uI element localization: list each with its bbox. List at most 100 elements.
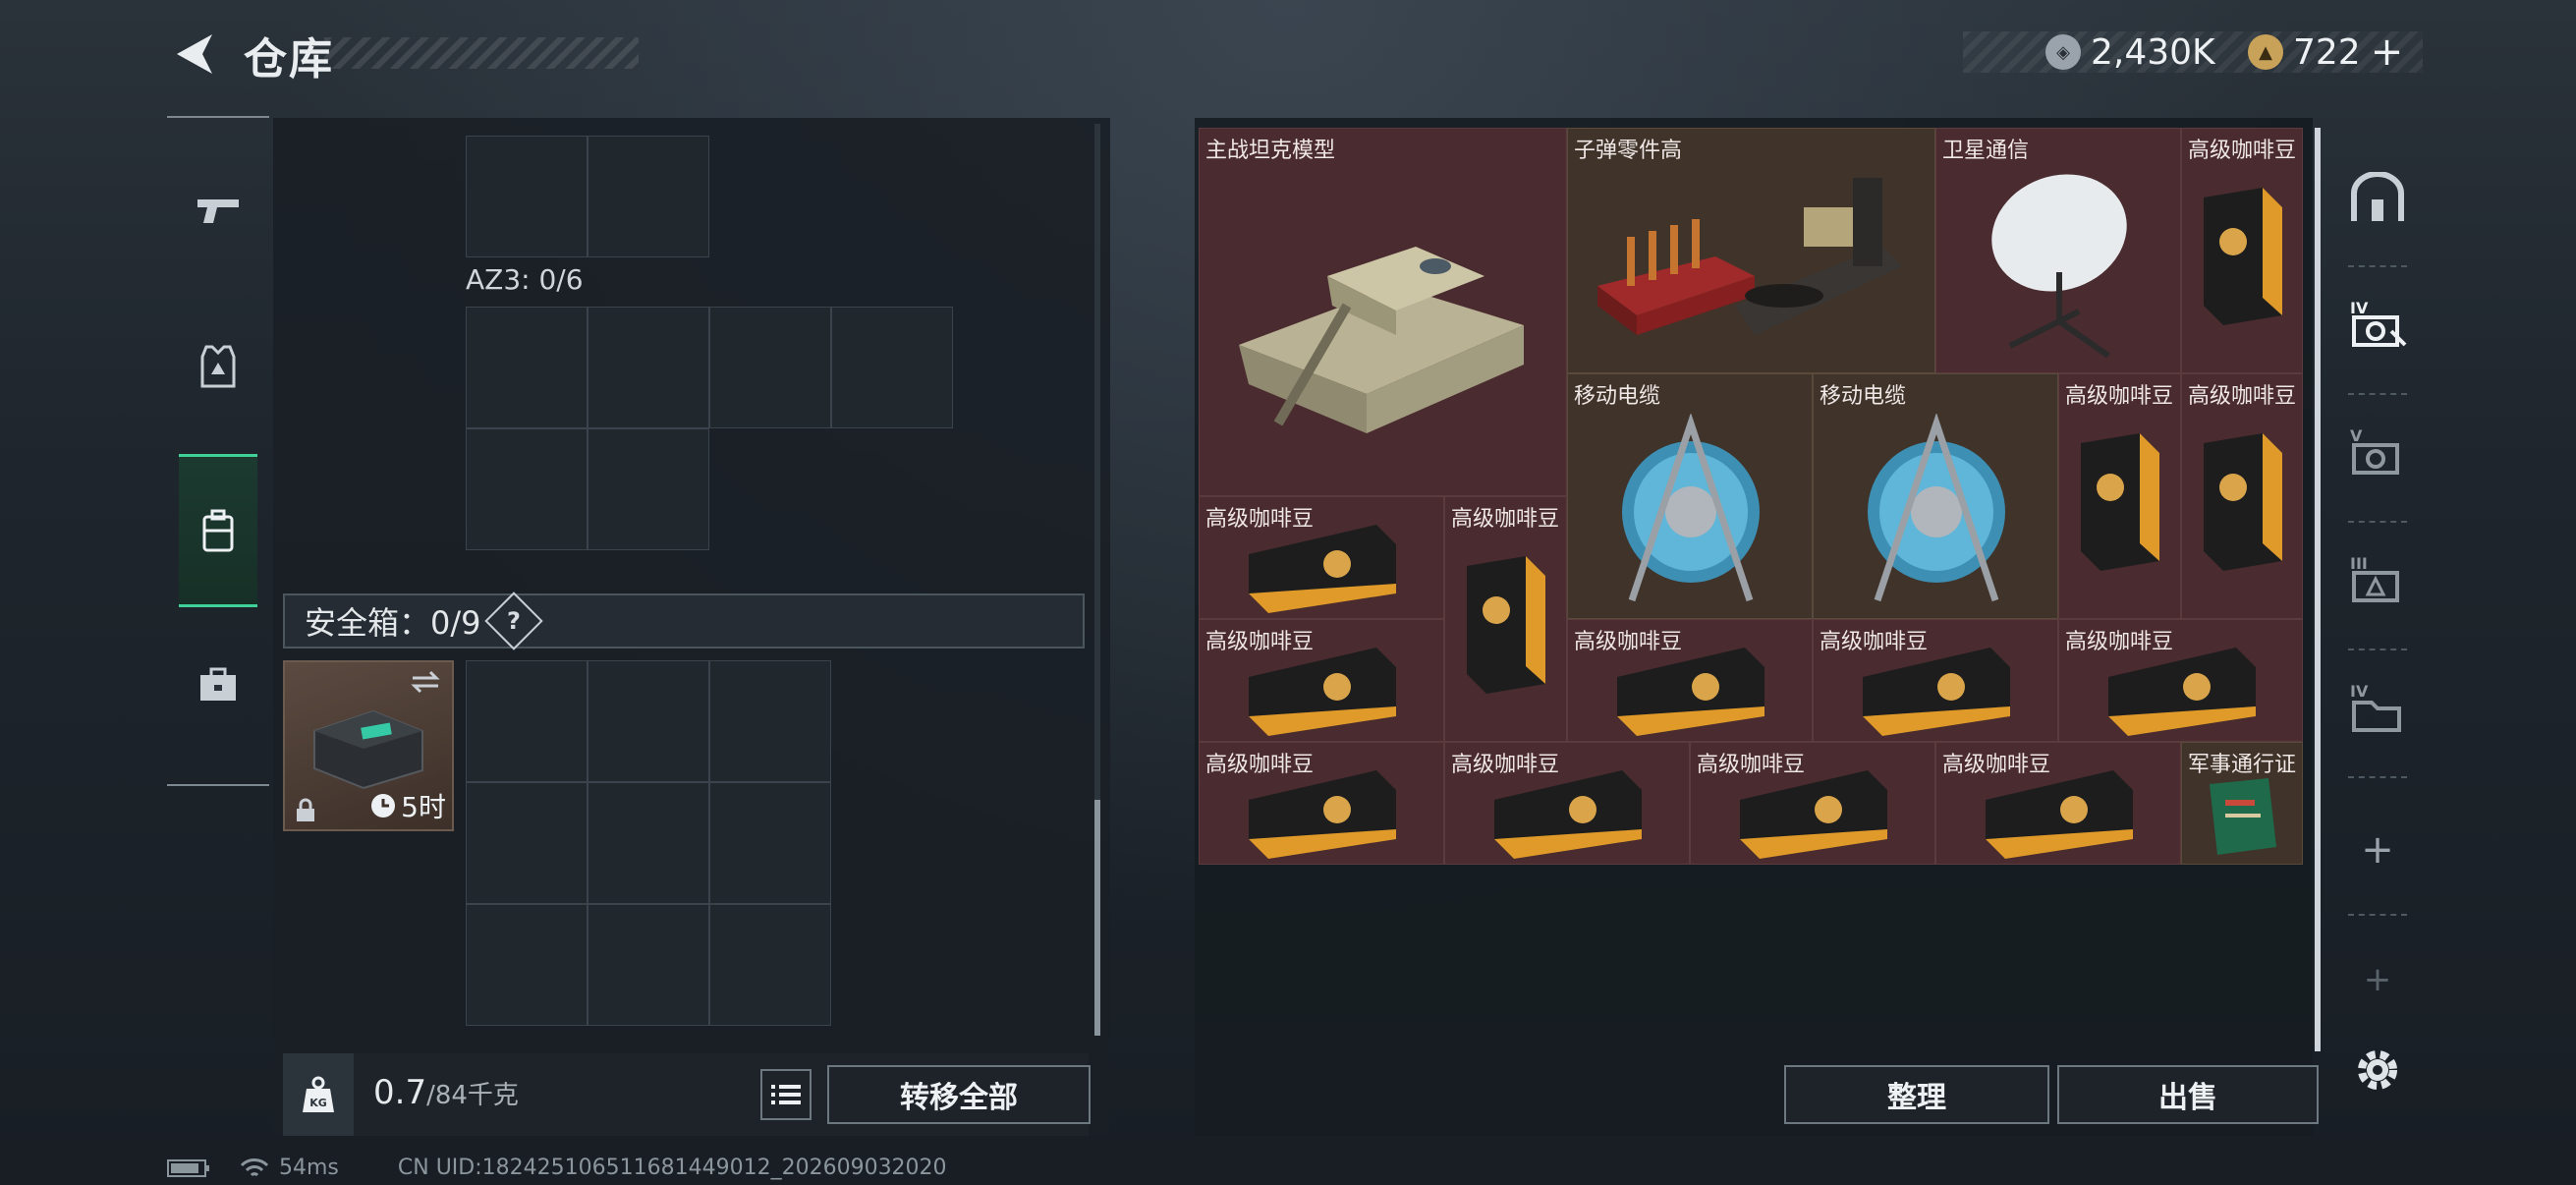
weight-max: /84千克 bbox=[426, 1081, 519, 1110]
divider bbox=[2348, 649, 2407, 650]
grid-slot[interactable] bbox=[466, 136, 588, 257]
storage-iv-icon: IV bbox=[2350, 299, 2407, 347]
list-view-button[interactable] bbox=[760, 1069, 812, 1120]
item-coffee-beans[interactable]: 高级咖啡豆 bbox=[1199, 496, 1444, 619]
item-coffee-beans[interactable]: 高级咖啡豆 bbox=[2058, 619, 2303, 742]
tab-storage-iv-folder[interactable]: IV bbox=[2328, 654, 2427, 762]
grid-slot[interactable] bbox=[709, 660, 831, 782]
grid-slot[interactable] bbox=[588, 782, 709, 904]
item-mobile-cable[interactable]: 移动电缆 bbox=[1813, 373, 2058, 619]
item-label: 军事通行证 bbox=[2188, 753, 2297, 777]
weight-kg-icon: KG bbox=[283, 1053, 354, 1136]
item-label: 移动电缆 bbox=[1574, 384, 1661, 409]
add-storage-button[interactable]: + bbox=[2328, 796, 2427, 904]
grid-slot[interactable] bbox=[466, 307, 588, 428]
gold-currency: ▲ 722 + bbox=[2248, 29, 2403, 75]
grid-slot[interactable] bbox=[466, 782, 588, 904]
nav-item-armor[interactable] bbox=[179, 293, 257, 440]
item-coffee-beans[interactable]: 高级咖啡豆 bbox=[1444, 742, 1690, 865]
help-icon[interactable]: ? bbox=[483, 592, 543, 650]
item-satellite-comm[interactable]: 卫星通信 bbox=[1935, 128, 2181, 373]
armor-icon bbox=[200, 345, 236, 388]
cable-reel-icon bbox=[1622, 414, 1760, 602]
grid-slot[interactable] bbox=[709, 307, 831, 428]
storage-scroll-thumb[interactable] bbox=[1094, 800, 1100, 1036]
category-nav bbox=[167, 116, 269, 786]
coffee-bag-icon bbox=[2204, 433, 2282, 571]
transfer-all-button[interactable]: 转移全部 bbox=[827, 1065, 1091, 1124]
divider bbox=[2348, 393, 2407, 395]
grid-slot[interactable] bbox=[588, 307, 709, 428]
grid-slot[interactable] bbox=[588, 136, 709, 257]
grid-slot[interactable] bbox=[466, 904, 588, 1026]
grid-slot[interactable] bbox=[709, 904, 831, 1026]
item-tank-model[interactable]: 主战坦克模型 bbox=[1199, 128, 1567, 496]
item-ammo-parts[interactable]: 子弹零件高 bbox=[1567, 128, 1935, 373]
coffee-bag-icon bbox=[1249, 648, 1396, 736]
tab-storage-iii[interactable]: III bbox=[2328, 527, 2427, 635]
item-coffee-beans[interactable]: 高级咖啡豆 bbox=[1813, 619, 2058, 742]
item-coffee-beans[interactable]: 高级咖啡豆 bbox=[2181, 128, 2303, 373]
grid-slot[interactable] bbox=[709, 782, 831, 904]
cable-reel-icon bbox=[1868, 414, 2005, 602]
svg-text:III: III bbox=[2350, 554, 2368, 573]
nav-item-weapons[interactable] bbox=[179, 136, 257, 283]
pistol-icon bbox=[197, 199, 239, 223]
gold-currency-value: 722 bbox=[2293, 31, 2361, 73]
item-military-pass[interactable]: 军事通行证 bbox=[2181, 742, 2303, 865]
gold-coin-icon: ▲ bbox=[2248, 34, 2283, 70]
ammo-crate-icon bbox=[1597, 178, 1902, 335]
grid-slot[interactable] bbox=[466, 428, 588, 550]
list-icon bbox=[771, 1085, 801, 1104]
divider bbox=[2348, 914, 2407, 916]
coffee-bag-icon bbox=[1863, 648, 2010, 736]
item-coffee-beans[interactable]: 高级咖啡豆 bbox=[1935, 742, 2181, 865]
add-currency-button[interactable]: + bbox=[2371, 29, 2404, 75]
item-coffee-beans[interactable]: 高级咖啡豆 bbox=[1690, 742, 1935, 865]
help-label: ? bbox=[506, 606, 521, 635]
item-coffee-beans[interactable]: 高级咖啡豆 bbox=[2058, 373, 2181, 619]
tank-icon bbox=[1239, 247, 1524, 433]
item-mobile-cable[interactable]: 移动电缆 bbox=[1567, 373, 1813, 619]
nav-item-backpack[interactable] bbox=[179, 454, 257, 607]
military-pass-icon bbox=[2210, 778, 2276, 855]
item-coffee-beans[interactable]: 高级咖啡豆 bbox=[1199, 619, 1444, 742]
grid-slot[interactable] bbox=[831, 307, 953, 428]
grid-slot[interactable] bbox=[466, 660, 588, 782]
sort-button[interactable]: 整理 bbox=[1784, 1065, 2049, 1124]
coffee-bag-icon bbox=[1986, 770, 2133, 859]
gear-icon bbox=[2358, 1050, 2397, 1090]
silver-coin-icon: ◈ bbox=[2045, 34, 2081, 70]
nav-item-briefcase[interactable] bbox=[179, 611, 257, 759]
safebox-item[interactable]: 5时 bbox=[283, 660, 454, 831]
item-coffee-beans[interactable]: 高级咖啡豆 bbox=[1199, 742, 1444, 865]
swap-icon bbox=[411, 670, 440, 694]
item-label: 移动电缆 bbox=[1820, 384, 1907, 409]
tab-storage-v[interactable]: V bbox=[2328, 399, 2427, 507]
grid-slot[interactable] bbox=[588, 904, 709, 1026]
item-label: 卫星通信 bbox=[1942, 139, 2030, 163]
settings-button[interactable] bbox=[2328, 1016, 2427, 1124]
item-coffee-beans[interactable]: 高级咖啡豆 bbox=[2181, 373, 2303, 619]
item-coffee-beans[interactable]: 高级咖啡豆 bbox=[1444, 496, 1567, 742]
grid-slot[interactable] bbox=[588, 428, 709, 550]
item-label: 高级咖啡豆 bbox=[2188, 139, 2297, 163]
satellite-dish-icon bbox=[1991, 174, 2127, 359]
tab-storage-iv[interactable]: IV bbox=[2328, 271, 2427, 379]
grid-slot[interactable] bbox=[588, 660, 709, 782]
safebox-capacity-label: 安全箱：0/9 bbox=[305, 604, 481, 642]
safebox-header: 安全箱：0/9 ? bbox=[283, 592, 1085, 650]
coffee-bag-icon bbox=[1740, 770, 1887, 859]
inventory-scrollbar[interactable] bbox=[2315, 128, 2321, 1051]
divider bbox=[2348, 265, 2407, 267]
battery-icon bbox=[167, 1158, 209, 1177]
coffee-bag-icon bbox=[2081, 433, 2159, 571]
storage-v-icon: V bbox=[2350, 426, 2399, 475]
timer-value: 5时 bbox=[401, 791, 446, 823]
az3-capacity-label: AZ3: 0/6 bbox=[466, 263, 584, 296]
backpack-icon bbox=[202, 509, 234, 552]
back-button[interactable] bbox=[165, 25, 224, 84]
tab-shelter[interactable] bbox=[2328, 143, 2427, 252]
sell-button[interactable]: 出售 bbox=[2057, 1065, 2319, 1124]
item-coffee-beans[interactable]: 高级咖啡豆 bbox=[1567, 619, 1813, 742]
